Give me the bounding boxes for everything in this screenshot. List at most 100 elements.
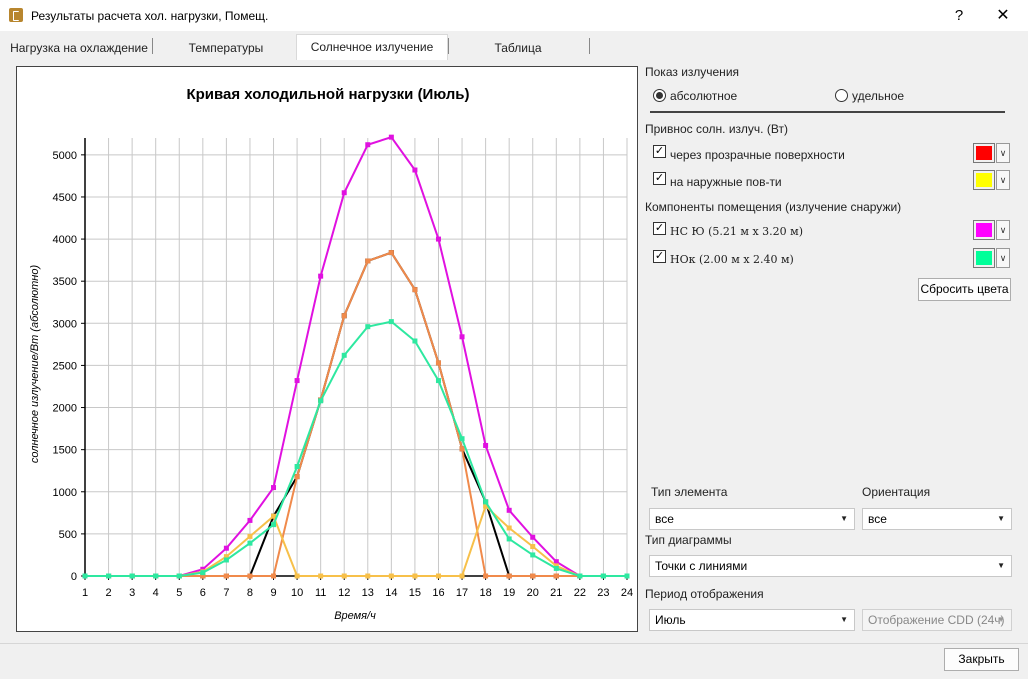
x-tick-label: 4 <box>153 587 159 599</box>
color-swatch-transparent[interactable] <box>973 143 995 163</box>
data-point <box>247 533 253 539</box>
color-swatch-outer[interactable] <box>973 170 995 190</box>
data-point <box>200 570 206 576</box>
data-point <box>435 360 441 366</box>
x-tick-label: 19 <box>503 587 515 599</box>
tab-temperatures[interactable]: Температуры <box>170 36 282 60</box>
radio-absolute[interactable] <box>653 89 666 102</box>
data-point <box>459 334 465 340</box>
data-point <box>341 313 347 319</box>
element-type-label: Тип элемента <box>651 485 728 499</box>
x-tick-label: 16 <box>432 587 444 599</box>
color-dropdown-outer[interactable]: ∨ <box>996 170 1010 190</box>
data-point <box>412 573 418 579</box>
checkbox-transparent-surfaces[interactable]: ✓ <box>653 145 666 158</box>
close-button[interactable]: Закрыть <box>944 648 1019 671</box>
tab-table[interactable]: Таблица <box>470 36 566 60</box>
y-tick-label: 4000 <box>53 234 77 246</box>
diagram-type-value: Точки с линиями <box>655 559 748 573</box>
title-bar: Результаты расчета хол. нагрузки, Помещ.… <box>0 0 1028 32</box>
data-point <box>271 573 277 579</box>
color-dropdown-window[interactable]: ∨ <box>996 248 1010 268</box>
radio-specific[interactable] <box>835 89 848 102</box>
divider <box>650 111 1005 113</box>
data-point <box>223 545 229 551</box>
tab-solar-radiation[interactable]: Солнечное излучение <box>296 34 448 60</box>
x-tick-label: 11 <box>315 587 326 599</box>
series-1 <box>82 134 630 579</box>
data-point <box>129 573 135 579</box>
data-point <box>388 250 394 256</box>
x-tick-label: 23 <box>597 587 609 599</box>
tab-cooling-load[interactable]: Нагрузка на охлаждение <box>8 36 150 60</box>
chart-x-axis-label: Время/ч <box>334 610 376 622</box>
x-tick-label: 22 <box>574 587 586 599</box>
data-point <box>577 573 583 579</box>
checkbox-window[interactable]: ✓ <box>653 250 666 263</box>
transparent-surfaces-label: через прозрачные поверхности <box>670 148 845 162</box>
series-4 <box>82 319 630 579</box>
chart-grid <box>84 138 628 577</box>
x-tick-label: 24 <box>621 587 633 599</box>
color-dropdown-transparent[interactable]: ∨ <box>996 143 1010 163</box>
data-point <box>530 552 536 558</box>
chevron-down-icon: ▼ <box>840 615 848 624</box>
data-point <box>459 436 465 442</box>
data-point <box>553 573 559 579</box>
series-line <box>85 135 627 577</box>
data-point <box>412 167 418 173</box>
color-dropdown-wall-south[interactable]: ∨ <box>996 220 1010 240</box>
diagram-type-label: Тип диаграммы <box>645 533 732 547</box>
x-tick-label: 20 <box>527 587 539 599</box>
data-point <box>483 442 489 448</box>
orientation-label: Ориентация <box>862 485 931 499</box>
data-point <box>412 338 418 344</box>
checkbox-wall-south[interactable]: ✓ <box>653 222 666 235</box>
data-point <box>294 378 300 384</box>
data-point <box>365 324 371 330</box>
radiation-display-header: Показ излучения <box>645 65 740 79</box>
x-tick-label: 8 <box>247 587 253 599</box>
data-point <box>271 522 277 528</box>
series-line <box>85 504 627 577</box>
chart-axes: 0 500 1000 1500 2000 2500 3000 3500 4000 4500 5000… <box>53 138 633 599</box>
x-tick-label: 13 <box>362 587 374 599</box>
data-point <box>435 378 441 384</box>
reset-colors-button[interactable]: Сбросить цвета <box>918 278 1011 301</box>
data-point <box>506 573 512 579</box>
data-point <box>600 573 606 579</box>
cdd-display-select: Отображение CDD (24ч) ▼ <box>862 609 1012 631</box>
y-tick-label: 2500 <box>53 360 77 372</box>
y-tick-label: 0 <box>71 571 77 583</box>
orientation-select[interactable]: все ▼ <box>862 508 1012 530</box>
color-swatch-wall-south[interactable] <box>973 220 995 240</box>
data-point <box>530 544 536 550</box>
element-type-select[interactable]: все ▼ <box>649 508 855 530</box>
data-point <box>388 319 394 325</box>
y-tick-label: 4500 <box>53 192 77 204</box>
data-point <box>365 258 371 264</box>
data-point <box>294 474 300 480</box>
chevron-down-icon: ▼ <box>840 514 848 523</box>
data-point <box>318 273 324 279</box>
series-line <box>85 251 627 577</box>
help-button[interactable]: ? <box>937 0 981 32</box>
data-point <box>318 398 324 404</box>
radio-absolute-label[interactable]: абсолютное <box>670 89 737 103</box>
checkbox-outer-surfaces[interactable]: ✓ <box>653 172 666 185</box>
data-point <box>365 142 371 148</box>
window-title: Результаты расчета хол. нагрузки, Помещ. <box>31 9 269 23</box>
close-window-button[interactable]: ✕ <box>981 0 1025 32</box>
display-period-select[interactable]: Июль ▼ <box>649 609 855 631</box>
tab-bar: Нагрузка на охлаждение Температуры Солне… <box>0 32 1028 60</box>
diagram-type-select[interactable]: Точки с линиями ▼ <box>649 555 1012 577</box>
color-swatch-window[interactable] <box>973 248 995 268</box>
data-point <box>530 573 536 579</box>
x-tick-label: 14 <box>385 587 397 599</box>
y-tick-label: 2000 <box>53 403 77 415</box>
radio-specific-label[interactable]: удельное <box>852 89 904 103</box>
y-tick-label: 5000 <box>53 150 77 162</box>
wall-south-label: НС Ю (5.21 м x 3.20 м) <box>670 225 803 238</box>
app-icon <box>9 8 23 22</box>
series-2 <box>82 250 630 579</box>
